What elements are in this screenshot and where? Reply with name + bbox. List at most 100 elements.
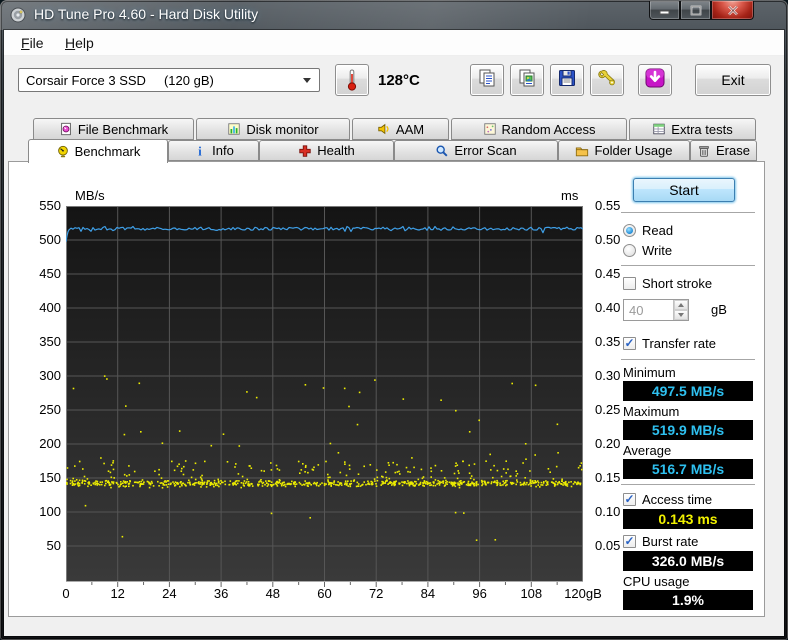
y-axis-tick-label: 250 <box>19 402 61 417</box>
tab-aam[interactable]: AAM <box>352 118 449 140</box>
drive-selector[interactable]: Corsair Force 3 SSD (120 gB) <box>18 68 320 92</box>
app-icon <box>10 7 26 23</box>
trash-icon <box>697 144 711 158</box>
transfer-rate-label: Transfer rate <box>642 336 716 351</box>
right-axis-tick-label: 0.55 <box>595 198 637 213</box>
checkbox-icon: ✓ <box>623 337 636 350</box>
y-axis-tick-label: 100 <box>19 504 61 519</box>
tab-label: AAM <box>396 122 424 137</box>
copy-image-button[interactable] <box>510 64 544 96</box>
tab-extra-tests[interactable]: Extra tests <box>629 118 756 140</box>
tab-label: Disk monitor <box>246 122 318 137</box>
maximize-icon <box>690 5 702 16</box>
spinner-down-button[interactable] <box>674 310 688 320</box>
titlebar[interactable]: HD Tune Pro 4.60 - Hard Disk Utility <box>0 0 788 30</box>
maximize-button[interactable] <box>680 1 711 20</box>
tab-info[interactable]: i Info <box>168 140 259 161</box>
magnifier-icon <box>435 144 449 158</box>
minimize-button[interactable] <box>649 1 680 20</box>
minimum-label: Minimum <box>623 365 676 380</box>
tab-label: Extra tests <box>671 122 732 137</box>
tab-label: Benchmark <box>75 144 141 159</box>
window-title: HD Tune Pro 4.60 - Hard Disk Utility <box>34 6 258 22</box>
drive-selector-value: Corsair Force 3 SSD (120 gB) <box>19 73 303 88</box>
y-axis-tick-label: 450 <box>19 266 61 281</box>
tab-erase[interactable]: Erase <box>690 140 757 161</box>
y-axis-tick-label: 400 <box>19 300 61 315</box>
capacity-spinner[interactable]: 40 <box>623 299 689 321</box>
close-icon <box>727 5 739 16</box>
left-axis-title: MB/s <box>75 188 105 203</box>
copy-text-button[interactable] <box>470 64 504 96</box>
short-stroke-label: Short stroke <box>642 276 712 291</box>
access-time-value: 0.143 ms <box>623 509 753 529</box>
read-label: Read <box>642 223 673 238</box>
minimum-value: 497.5 MB/s <box>623 381 753 401</box>
info-icon: i <box>193 144 207 158</box>
extra-tests-icon <box>652 122 666 136</box>
options-button[interactable] <box>590 64 624 96</box>
client-area: File Help Corsair Force 3 SSD (120 gB) 1… <box>4 30 784 636</box>
y-axis-tick-label: 350 <box>19 334 61 349</box>
menu-file[interactable]: File <box>16 34 49 52</box>
save-button[interactable] <box>550 64 584 96</box>
tab-error-scan[interactable]: Error Scan <box>394 140 558 161</box>
tab-label: Info <box>212 143 234 158</box>
copy-image-icon <box>517 68 537 93</box>
short-stroke-checkbox[interactable]: ✓ Short stroke <box>623 276 712 291</box>
menu-help[interactable]: Help <box>60 34 99 52</box>
checkbox-icon: ✓ <box>623 277 636 290</box>
folder-icon <box>575 144 589 158</box>
maximum-value: 519.9 MB/s <box>623 420 753 440</box>
temperature-button[interactable] <box>335 64 369 96</box>
transfer-rate-checkbox[interactable]: ✓ Transfer rate <box>623 336 716 351</box>
access-time-label: Access time <box>642 492 712 507</box>
benchmark-chart <box>66 206 583 589</box>
y-axis-tick-label: 200 <box>19 436 61 451</box>
temperature-value: 128°C <box>378 72 420 89</box>
copy-text-icon <box>477 68 497 93</box>
tab-file-benchmark[interactable]: File Benchmark <box>33 118 194 140</box>
separator <box>621 265 755 266</box>
capture-button[interactable] <box>638 64 672 96</box>
radio-icon <box>623 244 636 257</box>
right-axis-title: ms <box>561 188 578 203</box>
y-axis-tick-label: 500 <box>19 232 61 247</box>
separator <box>621 359 755 360</box>
tab-benchmark[interactable]: Benchmark <box>28 139 168 163</box>
start-button[interactable]: Start <box>633 178 735 202</box>
exit-button[interactable]: Exit <box>695 64 771 96</box>
access-time-checkbox[interactable]: ✓ Access time <box>623 492 712 507</box>
capacity-unit: gB <box>711 302 727 317</box>
chevron-down-icon <box>303 78 311 83</box>
write-radio[interactable]: Write <box>623 243 672 258</box>
random-access-icon <box>483 122 497 136</box>
tab-random-access[interactable]: Random Access <box>451 118 627 140</box>
radio-icon <box>623 224 636 237</box>
tab-health[interactable]: Health <box>259 140 394 161</box>
save-icon <box>557 68 577 93</box>
menu-bar: File Help <box>4 30 784 56</box>
tab-label: Error Scan <box>454 143 516 158</box>
burst-rate-checkbox[interactable]: ✓ Burst rate <box>623 534 698 549</box>
minimize-icon <box>659 5 671 15</box>
read-radio[interactable]: Read <box>623 223 673 238</box>
checkbox-icon: ✓ <box>623 493 636 506</box>
separator <box>621 212 755 213</box>
average-label: Average <box>623 443 671 458</box>
tab-label: Health <box>317 143 355 158</box>
spinner-up-button[interactable] <box>674 300 688 310</box>
tab-disk-monitor[interactable]: Disk monitor <box>196 118 350 140</box>
cpu-usage-label: CPU usage <box>623 574 689 589</box>
tab-folder-usage[interactable]: Folder Usage <box>558 140 690 161</box>
average-value: 516.7 MB/s <box>623 459 753 479</box>
tab-label: Erase <box>716 143 750 158</box>
tab-label: File Benchmark <box>78 122 168 137</box>
benchmark-panel: MB/s ms 55050045040035030025020015010050… <box>8 161 765 617</box>
svg-text:i: i <box>198 144 202 158</box>
close-button[interactable] <box>711 1 754 20</box>
burst-rate-value: 326.0 MB/s <box>623 551 753 571</box>
tab-label: Random Access <box>502 122 596 137</box>
separator <box>621 484 755 485</box>
y-axis-tick-label: 50 <box>19 538 61 553</box>
